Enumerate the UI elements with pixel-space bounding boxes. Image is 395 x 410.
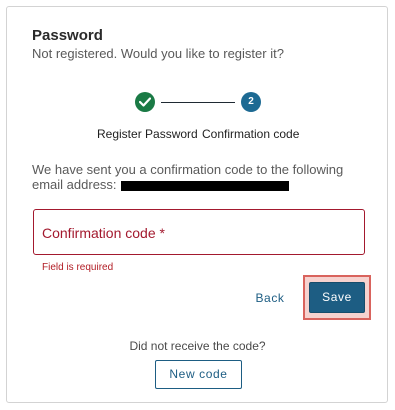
step-2-label: Confirmation code <box>202 127 300 141</box>
back-button[interactable]: Back <box>250 289 290 307</box>
step-2-indicator: 2 <box>241 92 261 112</box>
field-error-message: Field is required <box>42 262 114 273</box>
save-button[interactable]: Save <box>309 282 365 313</box>
new-code-button[interactable]: New code <box>155 360 242 389</box>
step-1-label: Register Password <box>97 127 198 141</box>
confirmation-code-label: Confirmation code * <box>42 225 165 241</box>
resend-prompt: Did not receive the code? <box>129 339 266 353</box>
redacted-email <box>120 180 289 191</box>
page-title: Password <box>32 27 103 44</box>
confirmation-code-field[interactable]: Confirmation code * <box>33 209 365 255</box>
stepper-connector <box>161 102 235 103</box>
confirmation-info: We have sent you a confirmation code to … <box>32 162 362 192</box>
step-1-indicator <box>135 92 155 112</box>
page-subtitle: Not registered. Would you like to regist… <box>32 46 284 61</box>
check-icon <box>139 97 151 107</box>
